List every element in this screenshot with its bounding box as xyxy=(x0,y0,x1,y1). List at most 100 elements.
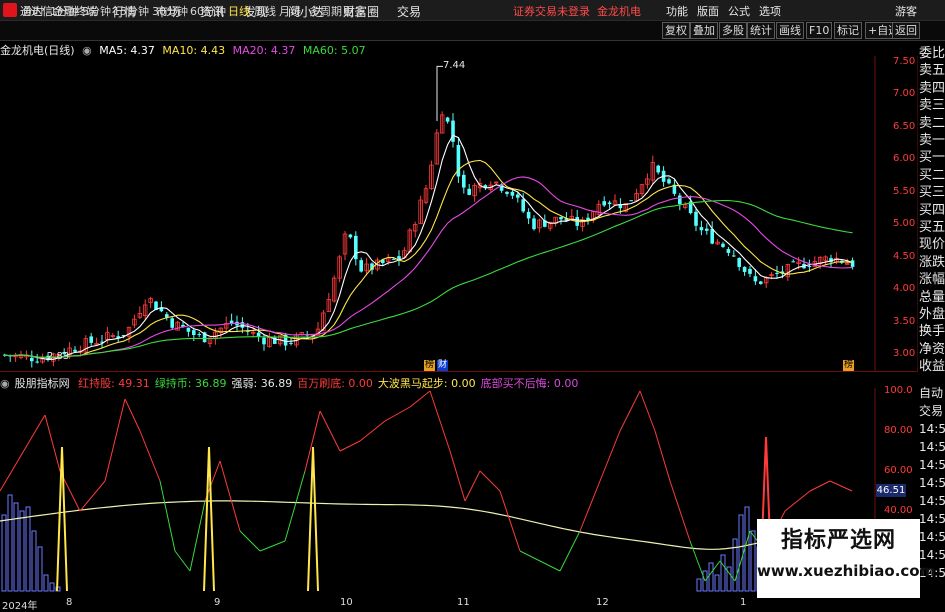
toolbar-button-3[interactable]: 统计 xyxy=(747,22,775,39)
candle[interactable] xyxy=(229,320,234,324)
candle[interactable] xyxy=(510,191,515,196)
candle[interactable] xyxy=(742,266,747,272)
side-field-8[interactable]: 买三 xyxy=(919,183,945,202)
candle[interactable] xyxy=(289,342,293,344)
menu-function[interactable]: 功能 xyxy=(666,3,688,19)
candle[interactable] xyxy=(699,227,704,231)
candle[interactable] xyxy=(505,191,509,194)
candle[interactable] xyxy=(170,318,174,328)
side-field-6[interactable]: 买一 xyxy=(919,148,945,167)
side-field-17[interactable]: 净资 xyxy=(919,340,945,359)
candle[interactable] xyxy=(451,120,455,142)
candle[interactable] xyxy=(607,202,612,205)
candle[interactable] xyxy=(35,361,39,363)
side-field-9[interactable]: 买四 xyxy=(919,201,945,220)
period-tab-1[interactable]: 1分钟 xyxy=(50,3,79,19)
candle[interactable] xyxy=(532,218,536,230)
menu-trade[interactable]: 交易 xyxy=(397,3,421,20)
side-field-4[interactable]: 卖二 xyxy=(919,114,945,133)
side-field-16[interactable]: 换手 xyxy=(919,322,945,341)
toolbar-button-2[interactable]: 多股 xyxy=(719,22,747,39)
candle[interactable] xyxy=(521,199,525,212)
guest-label[interactable]: 游客 xyxy=(895,3,917,19)
candle[interactable] xyxy=(807,265,812,267)
side-field-10[interactable]: 买五 xyxy=(919,218,945,237)
candle[interactable] xyxy=(462,174,466,188)
period-tab-10[interactable]: 更多 xyxy=(343,3,365,19)
candle[interactable] xyxy=(759,281,763,284)
side-field-13[interactable]: 涨幅 xyxy=(919,270,945,289)
candle[interactable] xyxy=(656,165,660,173)
side-field-5[interactable]: 卖一 xyxy=(919,131,945,150)
period-tab-2[interactable]: 5分钟 xyxy=(82,3,111,19)
candle[interactable] xyxy=(559,216,563,220)
event-marker[interactable]: 榜 xyxy=(424,360,435,371)
candle[interactable] xyxy=(694,211,698,226)
candle[interactable] xyxy=(348,234,353,238)
side-field-11[interactable]: 现价 xyxy=(919,235,945,254)
holding-line-segment xyxy=(559,530,581,572)
menu-layout[interactable]: 版面 xyxy=(697,3,719,19)
side-field-18[interactable]: 收益 xyxy=(919,357,945,376)
candle[interactable] xyxy=(445,117,450,122)
candle[interactable] xyxy=(262,337,266,345)
event-marker-2[interactable]: 榜 xyxy=(843,360,854,371)
toolbar-button-6[interactable]: 标记 xyxy=(834,22,862,39)
toolbar-button-4[interactable]: 画线 xyxy=(776,22,804,39)
menu-options[interactable]: 选项 xyxy=(759,3,781,19)
indicator-bar xyxy=(708,562,714,592)
candle[interactable] xyxy=(753,276,758,282)
finance-marker[interactable]: 财 xyxy=(437,360,448,371)
candle[interactable] xyxy=(192,330,196,335)
candle[interactable] xyxy=(678,195,682,205)
period-tab-6[interactable]: 日线 xyxy=(228,3,250,19)
period-tab-7[interactable]: 周线 xyxy=(254,3,276,19)
candle[interactable] xyxy=(850,260,855,267)
period-tab-5[interactable]: 60分钟 xyxy=(190,3,226,19)
candle[interactable] xyxy=(705,228,709,231)
candle[interactable] xyxy=(89,336,93,343)
toolbar-button-5[interactable]: F10 xyxy=(806,22,833,39)
toolbar-button-8[interactable]: 返回 xyxy=(892,22,920,39)
candle[interactable] xyxy=(197,334,201,336)
candle[interactable] xyxy=(667,179,671,184)
indicator-tick-0: 100.0 xyxy=(884,385,913,396)
candle[interactable] xyxy=(73,349,77,352)
candle[interactable] xyxy=(721,243,725,247)
period-tab-8[interactable]: 月线 xyxy=(279,3,301,19)
login-notice[interactable]: 证券交易未登录 金龙机电 xyxy=(513,3,641,19)
candle[interactable] xyxy=(748,268,752,274)
candle[interactable] xyxy=(726,249,731,253)
candle[interactable] xyxy=(737,258,741,267)
side-field-2[interactable]: 卖四 xyxy=(919,79,945,98)
side-field-0[interactable]: 委比 xyxy=(919,44,945,63)
candle[interactable] xyxy=(775,272,779,274)
candle[interactable] xyxy=(602,201,606,206)
side-field-3[interactable]: 卖三 xyxy=(919,96,945,115)
period-tab-4[interactable]: 30分钟 xyxy=(152,3,188,19)
period-tab-3[interactable]: 15分钟 xyxy=(113,3,149,19)
side-field-12[interactable]: 涨跌 xyxy=(919,253,945,272)
side-field-15[interactable]: 外盘 xyxy=(919,305,945,324)
candle[interactable] xyxy=(516,194,520,198)
candle[interactable] xyxy=(186,327,191,332)
period-tab-0[interactable]: 分时 xyxy=(22,3,44,19)
candle[interactable] xyxy=(359,260,363,272)
side-field-1[interactable]: 卖五 xyxy=(919,61,945,80)
candle[interactable] xyxy=(791,261,795,263)
candle[interactable] xyxy=(732,255,736,257)
candle[interactable] xyxy=(30,357,34,362)
period-tab-9[interactable]: 多周期 xyxy=(309,3,342,19)
candle[interactable] xyxy=(391,258,396,260)
toolbar-button-1[interactable]: 叠加 xyxy=(690,22,718,39)
menu-formula[interactable]: 公式 xyxy=(728,3,750,19)
candle[interactable] xyxy=(710,228,714,244)
candle[interactable] xyxy=(240,322,245,328)
toolbar-button-0[interactable]: 复权 xyxy=(662,22,690,39)
side-field-14[interactable]: 总量 xyxy=(919,288,945,307)
candle[interactable] xyxy=(526,211,531,219)
kline-chart[interactable] xyxy=(0,56,918,371)
side-field-7[interactable]: 买二 xyxy=(919,166,945,185)
candle[interactable] xyxy=(467,188,471,195)
candle[interactable] xyxy=(629,200,633,202)
